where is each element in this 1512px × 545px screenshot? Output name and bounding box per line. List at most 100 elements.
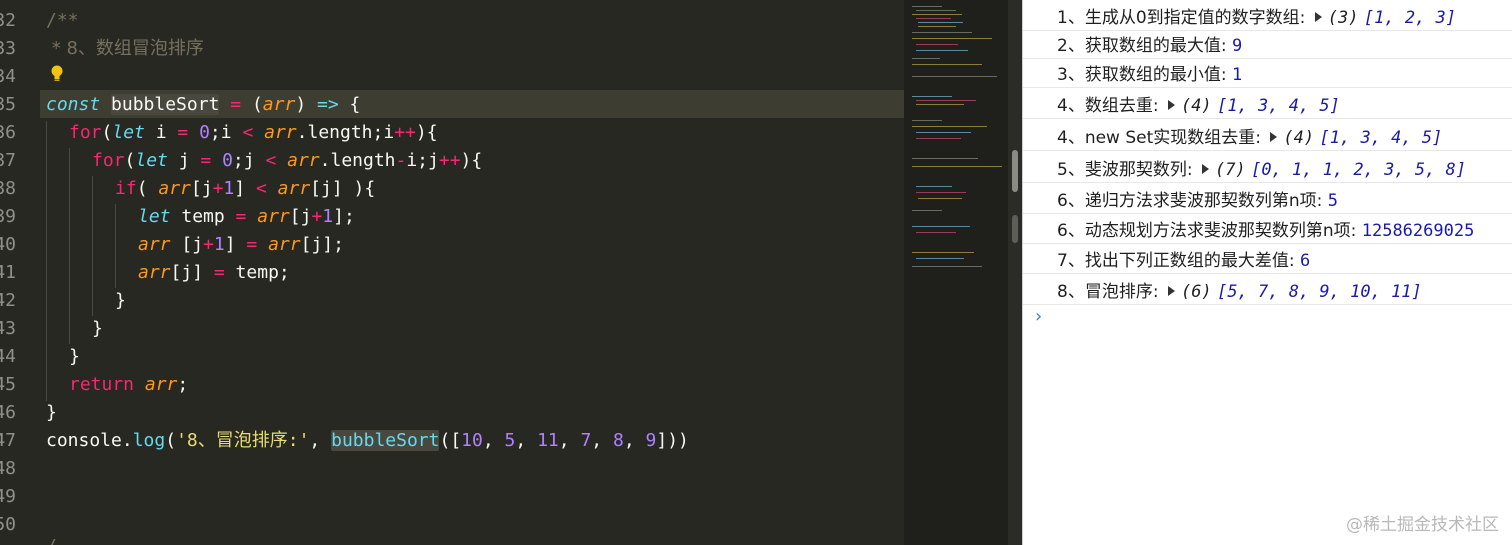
minimap-line xyxy=(916,232,956,233)
minimap-line xyxy=(916,18,951,19)
minimap-line xyxy=(912,76,997,77)
line-number: 45 xyxy=(0,374,16,395)
log-value: 1 xyxy=(1231,65,1243,85)
minimap-line xyxy=(912,6,942,7)
line-number-gutter: 32 33 34 35 36 37 38 39 40 41 42 43 44 4… xyxy=(0,0,16,545)
array-preview: [0, 1, 1, 2, 3, 5, 8] xyxy=(1251,160,1467,180)
line-number: 35 xyxy=(0,94,16,115)
expand-triangle-icon[interactable] xyxy=(1270,132,1278,142)
minimap-line xyxy=(912,14,962,15)
log-value: 6 xyxy=(1299,251,1311,271)
log-label: 5、斐波那契数列: xyxy=(1057,160,1198,180)
code-line-if: if( arr[j+1] < arr[j] ){ xyxy=(115,178,376,199)
console-log-row[interactable]: 2、获取数组的最大值: 9 xyxy=(1023,28,1512,59)
line-number: 32 xyxy=(0,10,16,31)
array-length: (7) xyxy=(1214,160,1246,180)
minimap-line xyxy=(912,158,978,159)
scrollbar-thumb[interactable] xyxy=(1012,150,1018,192)
minimap-line xyxy=(912,210,942,211)
console-log-row[interactable]: 6、动态规划方法求斐波那契数列第n项: 12586269025 xyxy=(1023,213,1512,244)
code-line-close-brace: } xyxy=(46,402,57,423)
code-line-swap-1: arr [j+1] = arr[j]; xyxy=(138,234,344,255)
code-line-comment-open: /** xyxy=(46,10,79,31)
line-number: 37 xyxy=(0,150,16,171)
devtools-console[interactable]: 1、生成从0到指定值的数字数组: (3) [1, 2, 3] 2、获取数组的最大… xyxy=(1022,0,1512,545)
log-value: 9 xyxy=(1231,36,1243,56)
minimap-line xyxy=(916,132,971,133)
log-label: 2、获取数组的最大值: xyxy=(1057,36,1232,56)
minimap[interactable] xyxy=(904,0,1008,545)
log-label: 6、动态规划方法求斐波那契数列第n项: xyxy=(1057,221,1362,241)
line-number: 46 xyxy=(0,402,16,423)
log-label: 1、生成从0到指定值的数字数组: xyxy=(1057,8,1311,28)
minimap-line xyxy=(912,32,972,33)
code-line-inner-for: for(let j = 0;j < arr.length-i;j++){ xyxy=(92,150,483,171)
array-preview: [1, 3, 4, 5] xyxy=(1217,96,1340,116)
log-value: 5 xyxy=(1327,191,1338,211)
minimap-line xyxy=(912,96,952,97)
minimap-line xyxy=(918,22,963,23)
code-editor[interactable]: 32 33 34 35 36 37 38 39 40 41 42 43 44 4… xyxy=(0,0,904,545)
log-label: 6、递归方法求斐波那契数列第n项: xyxy=(1057,191,1328,211)
minimap-line xyxy=(912,126,987,127)
minimap-line xyxy=(916,138,961,139)
line-number: 34 xyxy=(0,66,16,87)
minimap-line xyxy=(918,198,962,199)
console-log-row[interactable]: 3、获取数组的最小值: 1 xyxy=(1023,57,1512,88)
expand-triangle-icon[interactable] xyxy=(1201,164,1209,174)
line-number: 50 xyxy=(0,514,16,535)
indent-guide xyxy=(115,204,116,288)
console-log-row[interactable]: 7、找出下列正数组的最大差值: 6 xyxy=(1023,243,1512,274)
console-log-row[interactable]: 5、斐波那契数列: (7) [0, 1, 1, 2, 3, 5, 8] xyxy=(1023,152,1512,183)
minimap-line xyxy=(912,266,982,267)
line-number: 36 xyxy=(0,122,16,143)
expand-triangle-icon[interactable] xyxy=(1314,12,1322,22)
expand-triangle-icon[interactable] xyxy=(1167,286,1175,296)
lightbulb-icon[interactable] xyxy=(49,64,65,84)
minimap-line xyxy=(912,166,1002,167)
line-number: 49 xyxy=(0,486,16,507)
minimap-line xyxy=(918,26,956,27)
line-number: 43 xyxy=(0,318,16,339)
code-line-function-decl: const bubbleSort = (arr) => { xyxy=(46,94,361,115)
line-number: 44 xyxy=(0,346,16,367)
code-line-outer-for: for(let i = 0;i < arr.length;i++){ xyxy=(69,122,438,143)
code-line-swap-2: arr[j] = temp; xyxy=(138,262,290,283)
console-log-row[interactable]: 8、冒泡排序: (6) [5, 7, 8, 9, 10, 11] xyxy=(1023,274,1512,305)
minimap-line xyxy=(912,64,982,65)
code-line-return: return arr; xyxy=(69,374,189,395)
minimap-line xyxy=(912,252,974,253)
minimap-line xyxy=(916,50,968,51)
array-length: (4) xyxy=(1180,96,1212,116)
array-preview: [1, 2, 3] xyxy=(1363,8,1457,28)
log-label: 4、new Set实现数组去重: xyxy=(1057,128,1267,148)
code-line-temp-assign: let temp = arr[j+1]; xyxy=(138,206,355,227)
minimap-line xyxy=(916,186,952,187)
console-prompt-icon[interactable]: › xyxy=(1035,306,1042,327)
line-number: 38 xyxy=(0,178,16,199)
expand-triangle-icon[interactable] xyxy=(1167,100,1175,110)
console-log-row[interactable]: 1、生成从0到指定值的数字数组: (3) [1, 2, 3] xyxy=(1023,0,1512,31)
indent-guide xyxy=(92,176,93,316)
scrollbar-marker xyxy=(1012,215,1018,243)
line-number: 41 xyxy=(0,262,16,283)
log-label: 3、获取数组的最小值: xyxy=(1057,65,1232,85)
minimap-line xyxy=(912,58,940,59)
console-log-row[interactable]: 4、new Set实现数组去重: (4) [1, 3, 4, 5] xyxy=(1023,120,1512,151)
indent-guide xyxy=(69,148,70,344)
array-length: (3) xyxy=(1327,8,1359,28)
minimap-line xyxy=(916,10,956,11)
minimap-line xyxy=(916,44,958,45)
console-log-row[interactable]: 4、数组去重: (4) [1, 3, 4, 5] xyxy=(1023,88,1512,119)
code-line-close-brace: } xyxy=(92,318,103,339)
minimap-line xyxy=(916,192,966,193)
minimap-line xyxy=(912,120,942,121)
array-length: (4) xyxy=(1283,128,1315,148)
line-number: 39 xyxy=(0,206,16,227)
minimap-line xyxy=(916,258,964,259)
line-number: 33 xyxy=(0,38,16,59)
console-log-row[interactable]: 6、递归方法求斐波那契数列第n项: 5 xyxy=(1023,183,1512,214)
line-number: 42 xyxy=(0,290,16,311)
editor-scrollbar[interactable] xyxy=(1008,0,1022,545)
indent-guide xyxy=(46,121,47,401)
